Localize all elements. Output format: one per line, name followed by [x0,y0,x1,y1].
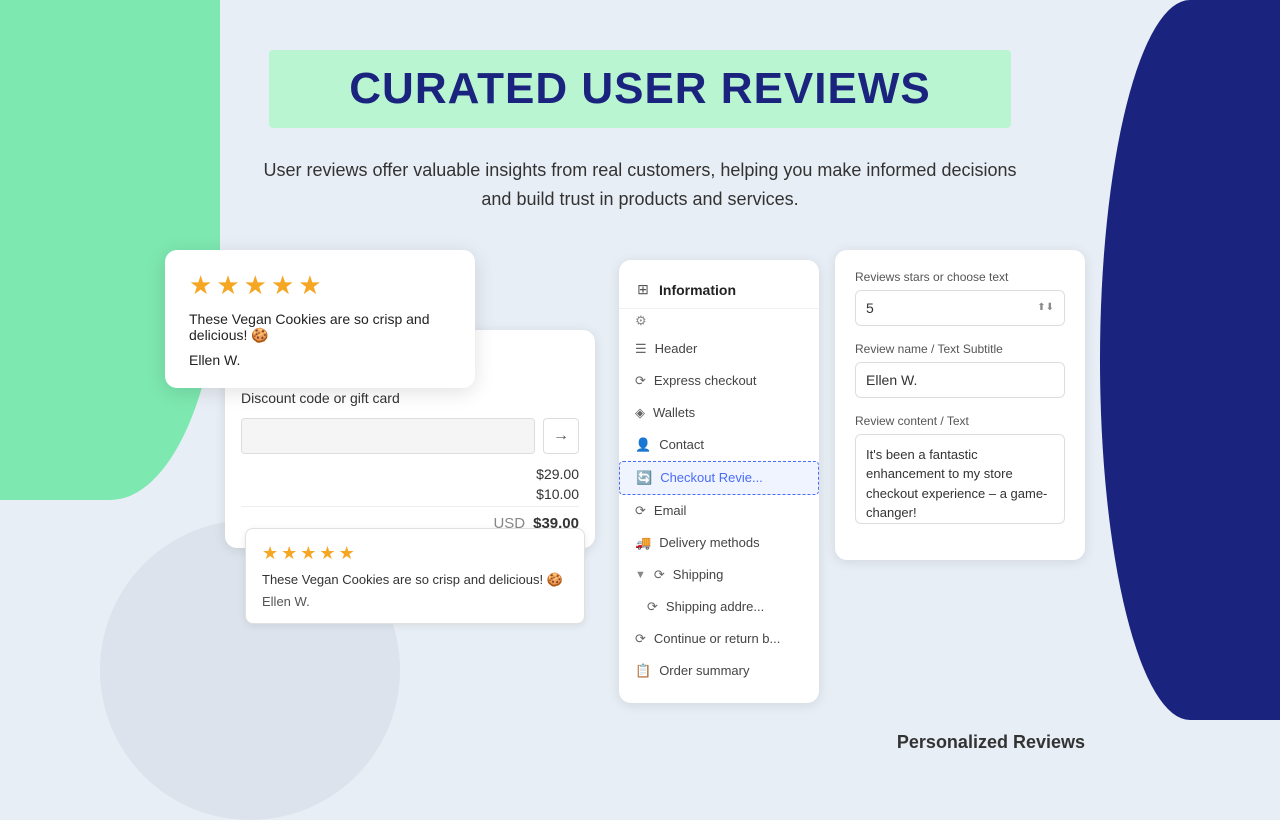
price-row-1: $29.00 [241,466,579,482]
discount-row: Discount code or gift card [241,390,579,406]
nav-panel-title: Information [659,282,736,298]
page-subtitle: User reviews offer valuable insights fro… [260,156,1020,214]
nav-item-email[interactable]: ⟳ Email [619,495,819,527]
stars-select[interactable]: 5 ⬆⬇ [855,290,1065,326]
nav-item-contact[interactable]: 👤 Contact [619,429,819,461]
nav-item-order[interactable]: 📋 Order summary [619,655,819,687]
inner-star-3: ★ [300,543,316,564]
star-3: ★ [244,270,267,301]
apply-button[interactable]: → [543,418,579,454]
floating-review-card: ★ ★ ★ ★ ★ These Vegan Cookies are so cri… [165,250,475,388]
form-panel: Reviews stars or choose text 5 ⬆⬇ Review… [835,250,1085,560]
content-label: Review content / Text [855,414,1065,428]
inner-star-1: ★ [262,543,278,564]
content-value: It's been a fantastic enhancement to my … [866,447,1047,521]
header-nav-icon: ☰ [635,341,647,357]
stars-value: 5 [866,300,874,316]
star-1: ★ [189,270,212,301]
price-row-2: $10.00 [241,486,579,502]
nav-item-checkout-review[interactable]: 🔄 Checkout Revie... [619,461,819,495]
nav-grid-icon: ⊞ [635,282,651,298]
shipping-nav-icon: ⟳ [654,567,665,583]
inner-star-2: ★ [281,543,297,564]
nav-gear-row: ⚙ [619,309,819,333]
nav-item-delivery-label: Delivery methods [659,535,759,550]
inner-review-text: These Vegan Cookies are so crisp and del… [262,572,568,588]
nav-item-order-label: Order summary [659,663,749,678]
name-input[interactable]: Ellen W. [855,362,1065,398]
order-nav-icon: 📋 [635,663,651,679]
select-chevron-icon: ⬆⬇ [1037,302,1054,313]
inner-review-card: ★ ★ ★ ★ ★ These Vegan Cookies are so cri… [245,528,585,624]
discount-input[interactable] [241,418,535,454]
left-section: ★ ★ ★ ★ ★ These Vegan Cookies are so cri… [195,250,595,624]
inner-reviewer-name: Ellen W. [262,594,568,609]
personalized-label: Personalized Reviews [897,732,1085,753]
expand-icon: ▼ [635,569,646,581]
nav-item-delivery[interactable]: 🚚 Delivery methods [619,527,819,559]
delivery-nav-icon: 🚚 [635,535,651,551]
email-nav-icon: ⟳ [635,503,646,519]
nav-item-email-label: Email [654,503,687,518]
nav-item-continue[interactable]: ⟳ Continue or return b... [619,623,819,655]
nav-item-wallets-label: Wallets [653,405,695,420]
nav-item-header-label: Header [655,341,698,356]
contact-nav-icon: 👤 [635,437,651,453]
inner-star-5: ★ [339,543,355,564]
wallets-nav-icon: ◈ [635,405,645,421]
nav-item-wallets[interactable]: ◈ Wallets [619,397,819,429]
stars-label: Reviews stars or choose text [855,270,1065,284]
floating-review-text: These Vegan Cookies are so crisp and del… [189,311,451,344]
cards-row: ★ ★ ★ ★ ★ These Vegan Cookies are so cri… [195,250,1085,703]
price-1: $29.00 [536,466,579,482]
nav-item-shipping-addr-label: Shipping addre... [666,599,764,614]
name-label: Review name / Text Subtitle [855,342,1065,356]
star-5: ★ [298,270,321,301]
inner-star-4: ★ [319,543,335,564]
nav-item-header[interactable]: ☰ Header [619,333,819,365]
floating-reviewer-name: Ellen W. [189,352,451,368]
nav-item-shipping-label: Shipping [673,567,724,582]
stars-form-group: Reviews stars or choose text 5 ⬆⬇ [855,270,1065,326]
star-4: ★ [271,270,294,301]
nav-item-contact-label: Contact [659,437,704,452]
nav-header: ⊞ Information [619,276,819,309]
nav-item-shipping[interactable]: ▼ ⟳ Shipping [619,559,819,591]
shipping-addr-nav-icon: ⟳ [647,599,658,615]
checkout-review-nav-icon: 🔄 [636,470,652,486]
price-2: $10.00 [536,486,579,502]
continue-nav-icon: ⟳ [635,631,646,647]
nav-item-express[interactable]: ⟳ Express checkout [619,365,819,397]
nav-item-express-label: Express checkout [654,373,757,388]
name-value: Ellen W. [866,372,917,388]
nav-item-checkout-review-label: Checkout Revie... [660,470,763,485]
nav-panel: ⊞ Information ⚙ ☰ Header ⟳ Express check… [619,260,819,703]
content-form-group: Review content / Text It's been a fantas… [855,414,1065,524]
nav-item-shipping-address[interactable]: ⟳ Shipping addre... [619,591,819,623]
floating-stars-row: ★ ★ ★ ★ ★ [189,270,451,301]
express-nav-icon: ⟳ [635,373,646,389]
right-section: ⊞ Information ⚙ ☰ Header ⟳ Express check… [619,250,1085,703]
title-banner: CURATED USER REVIEWS [269,50,1010,128]
inner-stars-row: ★ ★ ★ ★ ★ [262,543,568,564]
star-2: ★ [216,270,239,301]
name-form-group: Review name / Text Subtitle Ellen W. [855,342,1065,398]
settings-icon: ⚙ [635,313,647,329]
page-title: CURATED USER REVIEWS [349,64,930,114]
content-textarea[interactable]: It's been a fantastic enhancement to my … [855,434,1065,524]
discount-label: Discount code or gift card [241,390,400,406]
nav-item-continue-label: Continue or return b... [654,631,780,646]
